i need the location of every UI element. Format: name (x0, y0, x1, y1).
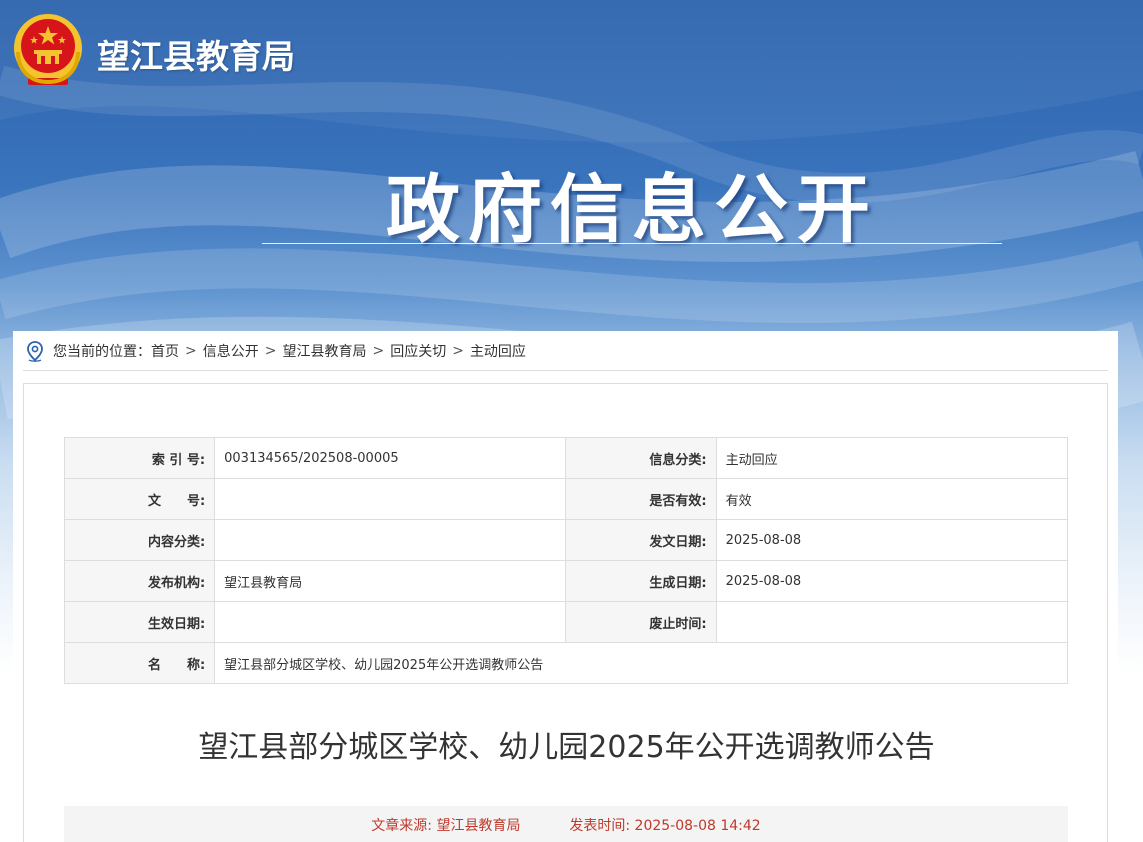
repeal-time-label: 废止时间: (565, 601, 717, 643)
breadcrumb-education-bureau[interactable]: 望江县教育局 (282, 341, 366, 361)
document-info-bar: 文章来源: 望江县教育局 发表时间: 2025-08-08 14:42 (64, 806, 1068, 842)
validity-value: 有效 (715, 478, 1069, 520)
table-row: 文 号: 是否有效: 有效 (63, 478, 1069, 520)
breadcrumb: 您当前的位置： 首页 > 信息公开 > 望江县教育局 > 回应关切 > 主动回应 (23, 331, 1108, 371)
location-pin-icon (27, 340, 43, 362)
breadcrumb-separator: > (452, 342, 464, 359)
publisher-label: 发布机构: (63, 560, 216, 602)
table-row: 内容分类: 发文日期: 2025-08-08 (63, 519, 1069, 561)
content-category-label: 内容分类: (63, 519, 216, 561)
table-row: 生效日期: 废止时间: (63, 601, 1069, 643)
generated-date-value: 2025-08-08 (715, 560, 1069, 602)
info-category-value: 主动回应 (715, 437, 1069, 479)
effective-date-label: 生效日期: (63, 601, 216, 643)
doc-number-label: 文 号: (63, 478, 216, 520)
table-row: 发布机构: 望江县教育局 生成日期: 2025-08-08 (63, 560, 1069, 602)
content-box: 索 引 号: 003134565/202508-00005 信息分类: 主动回应… (23, 383, 1108, 842)
hero-title: 政府信息公开 (386, 167, 878, 253)
publish-time-value: 2025-08-08 14:42 (634, 818, 761, 834)
content-category-value (214, 519, 567, 561)
issue-date-label: 发文日期: (565, 519, 717, 561)
repeal-time-value (715, 601, 1069, 643)
site-title[interactable]: 望江县教育局 (97, 30, 295, 78)
effective-date-value (214, 601, 567, 643)
table-row: 名 称: 望江县部分城区学校、幼儿园2025年公开选调教师公告 (63, 642, 1068, 684)
metadata-table: 索 引 号: 003134565/202508-00005 信息分类: 主动回应… (63, 437, 1069, 684)
breadcrumb-separator: > (185, 342, 197, 359)
index-number-value: 003134565/202508-00005 (214, 437, 567, 479)
source-value: 望江县教育局 (436, 818, 521, 834)
doc-number-value (214, 478, 567, 520)
name-label: 名 称: (63, 642, 216, 684)
info-category-label: 信息分类: (565, 437, 717, 479)
generated-date-label: 生成日期: (565, 560, 717, 602)
breadcrumb-home[interactable]: 首页 (151, 341, 179, 361)
name-value: 望江县部分城区学校、幼儿园2025年公开选调教师公告 (214, 642, 1068, 684)
publisher-value: 望江县教育局 (214, 560, 567, 602)
breadcrumb-response[interactable]: 回应关切 (390, 341, 446, 361)
hero-divider (262, 243, 1002, 244)
publish-time-label: 发表时间: (569, 818, 631, 834)
main-panel: 您当前的位置： 首页 > 信息公开 > 望江县教育局 > 回应关切 > 主动回应… (13, 331, 1118, 842)
breadcrumb-separator: > (372, 342, 385, 359)
issue-date-value: 2025-08-08 (715, 519, 1069, 561)
source-label: 文章来源: (371, 818, 432, 834)
breadcrumb-info-public[interactable]: 信息公开 (203, 341, 259, 361)
breadcrumb-prefix: 您当前的位置： (53, 343, 151, 360)
document-title: 望江县部分城区学校、幼儿园2025年公开选调教师公告 (198, 730, 935, 765)
national-emblem-icon (12, 12, 84, 88)
validity-label: 是否有效: (565, 478, 717, 520)
breadcrumb-active-response[interactable]: 主动回应 (470, 341, 526, 361)
breadcrumb-separator: > (264, 342, 277, 359)
index-number-label: 索 引 号: (63, 437, 216, 479)
table-row: 索 引 号: 003134565/202508-00005 信息分类: 主动回应 (63, 437, 1069, 479)
